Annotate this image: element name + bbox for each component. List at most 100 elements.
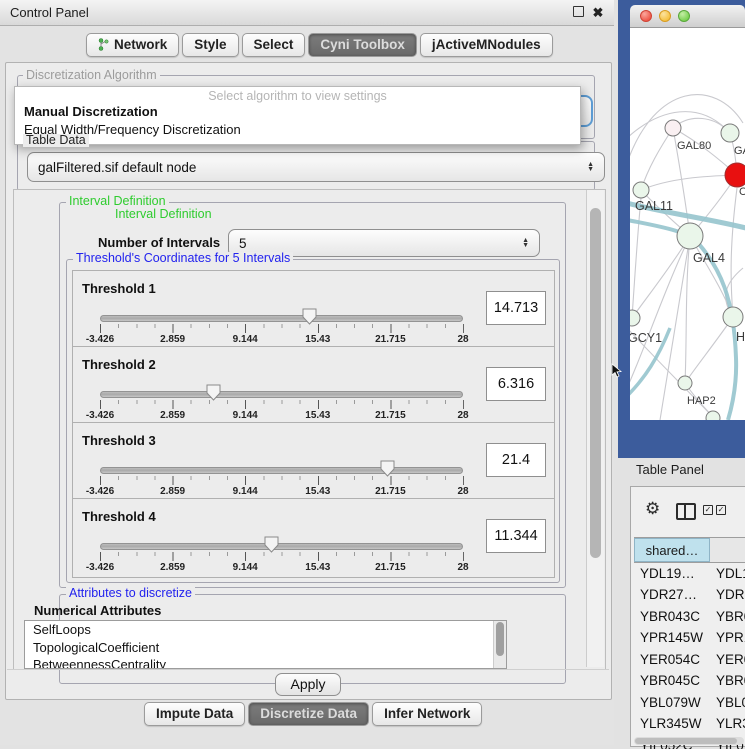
node-label: GAL11 [635,199,673,213]
table-scrollbar-thumb[interactable] [635,738,737,744]
spinner-stepper-icon: ▲▼ [522,238,529,248]
table-panel-title: Table Panel [636,462,704,477]
mac-minimize-icon[interactable] [659,10,671,22]
checkbox-icon[interactable]: ✓ [703,505,713,515]
node-cut [706,411,720,420]
node-table: shared… na YDL19… YDL1 YDR27… YDR2 YBR04… [634,537,745,749]
node-gal4 [677,223,703,249]
table-panel: ⚙ ✓ ✓ shared… na YDL19… YDL1 YDR27… YDR2… [630,486,745,747]
node-label: GAL80 [677,140,711,152]
mac-zoom-icon[interactable] [678,10,690,22]
node-label: HAP2 [687,395,716,407]
table-row[interactable]: YBR043C YBR0 [634,606,745,628]
tab-impute-data[interactable]: Impute Data [144,702,245,726]
slider-thumb-icon[interactable] [206,384,221,401]
slider-ticks [100,400,464,409]
tab-infer-network[interactable]: Infer Network [372,702,482,726]
slider-tick-labels: -3.426 2.859 9.144 15.43 21.715 28 [100,486,463,498]
slider-thumb-icon[interactable] [302,308,317,325]
table-row[interactable]: YLR345W YLR3 [634,714,745,736]
node-label: GCY1 [630,331,662,345]
thresholds-group-title: Threshold's Coordinates for 5 Intervals [73,252,293,265]
tab-cyni-toolbox[interactable]: Cyni Toolbox [308,33,417,57]
node-gal80 [665,120,681,136]
top-tab-bar: Network Style Select Cyni Toolbox jActiv… [86,33,553,57]
threshold-slider[interactable]: -3.426 2.859 9.144 15.43 21.715 28 [100,539,463,573]
table-horizontal-scrollbar[interactable] [634,737,744,745]
threshold-row: Threshold 4 -3.426 2.859 9.144 15.43 [73,499,554,575]
slider-track[interactable] [100,543,463,550]
tab-style[interactable]: Style [182,33,238,57]
threshold-slider[interactable]: -3.426 2.859 9.144 15.43 21.715 28 [100,311,463,345]
gear-icon[interactable]: ⚙ [645,499,660,519]
table-row[interactable]: YER054C YER0 [634,649,745,671]
threshold-value-field[interactable]: 14.713 [486,291,546,325]
column-header-shared-name[interactable]: shared… [634,538,710,562]
list-item[interactable]: TopologicalCoefficient [25,639,506,657]
checkbox-icon[interactable]: ✓ [716,505,726,515]
slider-track[interactable] [100,391,463,398]
tab-jactivemnodules[interactable]: jActiveMNodules [420,33,553,57]
close-icon[interactable]: ✖ [591,6,605,20]
list-scrollbar-thumb[interactable] [496,622,504,656]
column-header-name[interactable]: na [710,538,745,562]
bottom-tab-bar: Impute Data Discretize Data Infer Networ… [144,702,482,726]
number-of-intervals-label: Number of Intervals [98,235,220,250]
slider-ticks [100,552,464,561]
slider-thumb-icon[interactable] [264,536,279,553]
numerical-attributes-label: Numerical Attributes [34,603,161,618]
attributes-group-title: Attributes to discretize [66,587,195,600]
table-header-row: shared… na [634,537,745,563]
node-label: C [739,186,745,198]
node-label: GAL4 [693,251,725,265]
list-item[interactable]: BetweennessCentrality [25,656,506,669]
settings-scrollbar[interactable] [586,190,604,667]
algorithm-dropdown-popup: Select algorithm to view settings Manual… [14,86,581,145]
popup-option-manual-discretization[interactable]: Manual Discretization [15,103,580,121]
settings-scrollbar-thumb[interactable] [590,208,601,558]
table-data-group-title: Table Data [23,134,89,147]
interval-definition-group-title: Interval Definition [112,208,215,221]
network-graph: GAL80 GA C GAL11 GAL4 GCY1 H HAP2 [630,28,745,420]
popup-option-equal-width-frequency[interactable]: Equal Width/Frequency Discretization [15,121,580,139]
threshold-row: Threshold 1 -3.426 2.859 9.144 15.43 [73,271,554,347]
tab-network[interactable]: Network [86,33,179,57]
numerical-attributes-list[interactable]: SelfLoops TopologicalCoefficient Between… [24,620,507,669]
table-row[interactable]: YBL079W YBL0 [634,692,745,714]
discretization-algorithm-group-title: Discretization Algorithm [23,68,160,82]
threshold-row: Threshold 3 -3.426 2.859 9.144 15.43 [73,423,554,499]
slider-ticks [100,324,464,333]
slider-track[interactable] [100,315,463,322]
column-browser-icon[interactable] [676,503,696,520]
float-window-icon[interactable] [571,6,585,20]
tab-discretize-data[interactable]: Discretize Data [248,702,369,726]
combo-stepper-icon: ▲▼ [587,162,594,172]
apply-button[interactable]: Apply [275,673,340,696]
threshold-value-field[interactable]: 6.316 [486,367,546,401]
interval-definition-group: Interval Definition Number of Intervals … [59,202,566,588]
table-row[interactable]: YBR045C YBR0 [634,671,745,693]
threshold-slider[interactable]: -3.426 2.859 9.144 15.43 21.715 28 [100,463,463,497]
table-row[interactable]: YPR145W YPR1 [634,628,745,650]
slider-track[interactable] [100,467,463,474]
table-data-combobox[interactable]: galFiltered.sif default node ▲▼ [27,152,605,182]
mac-close-icon[interactable] [640,10,652,22]
slider-thumb-icon[interactable] [380,460,395,477]
slider-tick-labels: -3.426 2.859 9.144 15.43 21.715 28 [100,410,463,422]
table-row[interactable]: YDR27… YDR2 [634,585,745,607]
threshold-label: Threshold 1 [82,281,156,296]
threshold-value-field[interactable]: 11.344 [486,519,546,553]
node-hap2 [678,376,692,390]
control-panel-titlebar: Control Panel ✖ [0,0,614,26]
table-row[interactable]: YDL19… YDL1 [634,563,745,585]
threshold-row: Threshold 2 -3.426 2.859 9.144 15.43 [73,347,554,423]
network-canvas[interactable]: GAL80 GA C GAL11 GAL4 GCY1 H HAP2 [630,28,745,420]
threshold-slider[interactable]: -3.426 2.859 9.144 15.43 21.715 28 [100,387,463,421]
node-gcy1 [630,310,640,326]
table-data-combobox-value: galFiltered.sif default node [38,160,196,175]
list-scrollbar[interactable] [493,621,506,668]
threshold-value-field[interactable]: 21.4 [486,443,546,477]
apply-bar: Apply [7,669,609,698]
tab-select[interactable]: Select [242,33,306,57]
list-item[interactable]: SelfLoops [25,621,506,639]
